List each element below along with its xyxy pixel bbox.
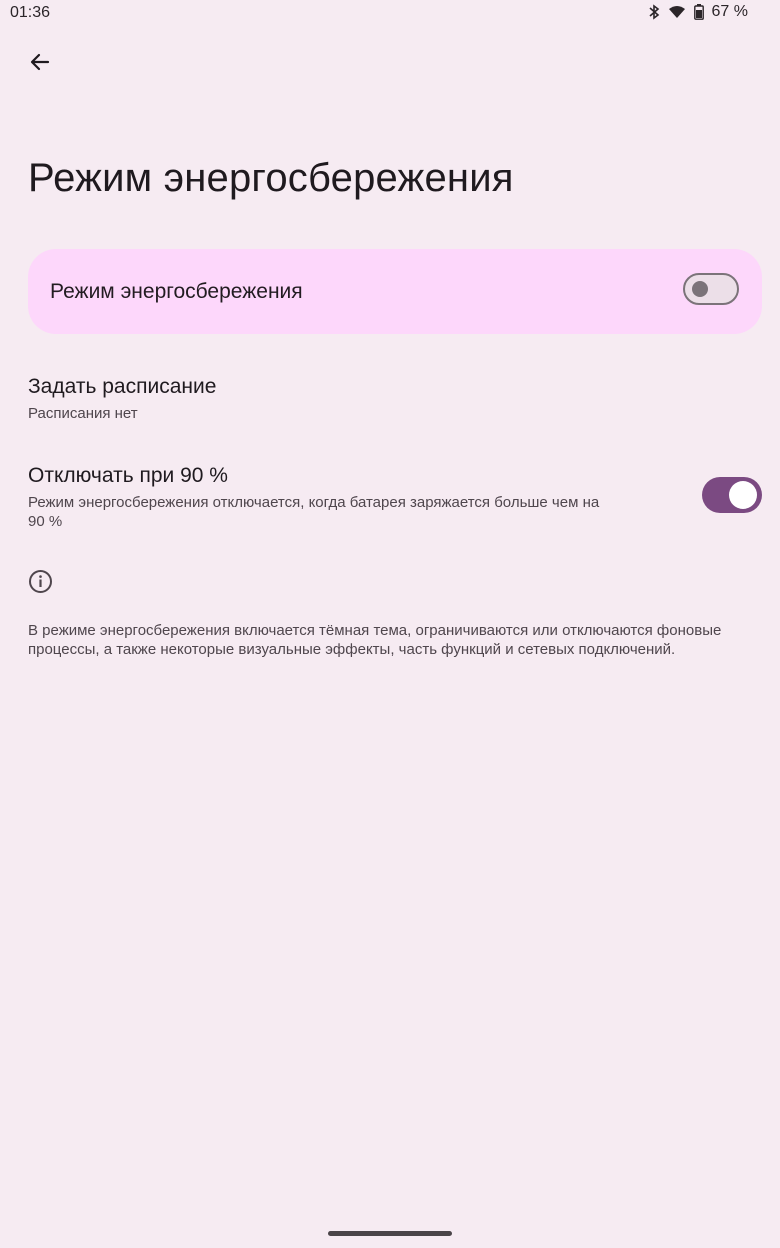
battery-saver-switch[interactable] [683,273,739,305]
status-bar: 01:36 67 % [0,0,780,28]
switch-knob [692,281,708,297]
battery-saver-toggle-label: Режим энергосбережения [50,280,303,303]
turn-off-at-title: Отключать при 90 % [28,464,228,487]
info-text: В режиме энергосбережения включается тём… [28,622,722,658]
battery-percent: 67 % [711,3,748,20]
gesture-nav-handle[interactable] [328,1231,452,1236]
turn-off-at-summary: Режим энергосбережения отключается, когд… [28,493,678,531]
info-icon [28,569,53,594]
back-button[interactable] [22,46,58,82]
schedule-summary: Расписания нет [28,405,138,422]
arrow-back-icon [28,50,52,79]
status-icons: 67 % [648,3,748,21]
turn-off-at-switch[interactable] [702,477,762,513]
status-time: 01:36 [10,4,51,21]
page-title: Режим энергосбережения [28,156,514,200]
battery-saver-toggle-card[interactable]: Режим энергосбережения [28,249,762,334]
battery-icon [693,4,704,20]
turn-off-at-summary-line1: Режим энергосбережения отключается, когд… [28,494,600,511]
wifi-icon [668,5,686,19]
turn-off-at-summary-line2: 90 % [28,513,63,530]
switch-knob [729,481,757,509]
bluetooth-icon [648,4,660,20]
schedule-title: Задать расписание [28,375,217,398]
